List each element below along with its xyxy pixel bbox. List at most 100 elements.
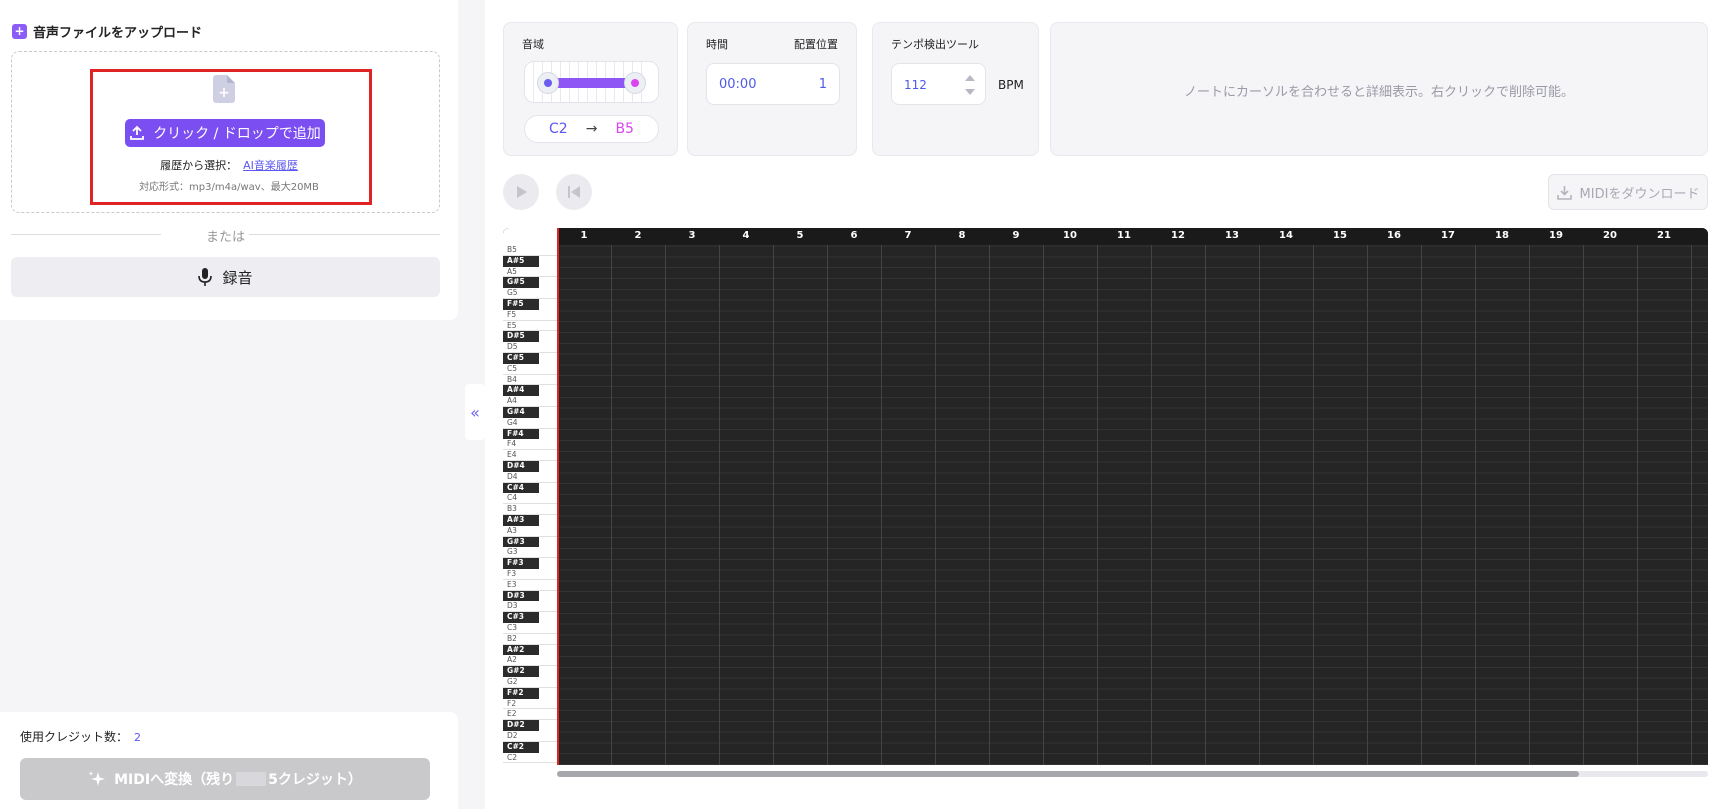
measure-label: 16 [1387,230,1401,241]
piano-key: G2 [503,677,557,688]
microphone-icon [198,268,213,286]
skip-back-icon [568,186,580,198]
range-thumb-low[interactable] [537,72,559,94]
scrollbar-thumb[interactable] [557,771,1579,777]
piano-key: A2 [503,655,557,667]
measure-labels: 1 2 3 4 5 6 7 8 9 10 11 12 13 14 15 16 17 18 19 20 21 [557,228,1708,245]
add-file-icon: + [12,24,27,39]
info-card: ノートにカーソルを合わせると詳細表示。右クリックで削除可能。 [1050,22,1708,156]
range-high: B5 [615,121,634,137]
range-card: 音域 C2 → B5 [503,22,678,156]
position-value: 1 [818,77,827,92]
piano-key: F3 [503,569,557,580]
range-values: C2 → B5 [524,115,659,143]
piano-key: G#4 [503,407,539,418]
measure-label: 15 [1333,230,1347,241]
record-button[interactable]: 録音 [11,257,440,297]
piano-key: C5 [503,363,557,375]
piano-key: A#4 [503,385,539,397]
rewind-button[interactable] [556,174,592,210]
range-low: C2 [549,121,568,137]
time-card: 時間 配置位置 00:00 1 [687,22,857,156]
or-label: または [205,230,245,245]
arrow-icon: → [585,121,598,137]
piano-key: C#5 [503,353,539,364]
stepper-up-icon[interactable] [965,75,975,81]
piano-key: F#3 [503,558,539,569]
range-label: 音域 [522,38,544,51]
piano-key: F4 [503,439,557,451]
play-button[interactable] [503,174,539,210]
play-icon [517,186,527,198]
file-icon: + [213,75,235,103]
piano-key: G5 [503,288,557,299]
upload-icon [130,125,145,140]
piano-key: F2 [503,698,557,710]
upload-title: + 音声ファイルをアップロード [12,22,202,41]
stepper-down-icon[interactable] [965,89,975,95]
measure-label: 8 [958,230,966,241]
piano-key: E2 [503,709,557,721]
bpm-unit: BPM [998,78,1024,92]
note-grid[interactable] [557,245,1708,765]
measure-label: 12 [1171,230,1185,241]
history-row: 履歴から選択： AI音楽履歴 [0,157,458,173]
measure-label: 20 [1603,230,1617,241]
time-position-field[interactable]: 00:00 1 [706,63,840,105]
piano-key: C3 [503,623,557,634]
measure-label: 5 [796,230,804,241]
history-link[interactable]: AI音楽履歴 [243,159,298,172]
measure-label: 18 [1495,230,1509,241]
tempo-input[interactable]: 112 [891,63,986,105]
tempo-stepper[interactable] [965,75,975,95]
piano-key: C#4 [503,482,539,494]
credits-panel: 使用クレジット数： 2 MIDIへ変換（残り 5クレジット） [0,712,458,809]
piano-roll-header: 1 2 3 4 5 6 7 8 9 10 11 12 13 14 15 16 17 18 19 20 21 [503,228,1708,245]
download-icon [1556,185,1572,200]
piano-key: D5 [503,342,557,353]
range-slider[interactable] [524,61,659,103]
convert-suffix: 5クレジット） [268,772,362,788]
range-track [547,78,634,88]
sparkle-icon [88,771,106,786]
piano-key: F#2 [503,687,539,699]
piano-roll[interactable]: 1 2 3 4 5 6 7 8 9 10 11 12 13 14 15 16 17 18 19 20 21 B5 A#5 A… [503,228,1708,765]
piano-key: B3 [503,504,557,515]
editor-panel: 音域 C2 → B5 時間 配置位置 00:00 1 テンポ検出ツール 112 [485,0,1715,809]
measure-label: 2 [634,230,642,241]
divider-line-right [249,234,440,235]
piano-key: G#3 [503,536,539,548]
range-thumb-high[interactable] [624,72,646,94]
piano-key: D2 [503,731,557,742]
piano-key: D#2 [503,720,539,731]
upload-button[interactable]: クリック / ドロップで追加 [125,119,325,147]
info-hint: ノートにカーソルを合わせると詳細表示。右クリックで削除可能。 [1183,85,1574,100]
piano-key: C4 [503,493,557,505]
tempo-value: 112 [904,78,927,92]
piano-keys: B5 A#5 A5 G#5 G5 F#5 F5 E5 D#5 D5 C#5 C5 B4 A#4 A4 G#4 G… [503,245,557,765]
convert-midi-button[interactable]: MIDIへ変換（残り 5クレジット） [20,758,430,800]
upload-panel: + 音声ファイルをアップロード + クリック / ドロップで追加 履歴から選択：… [0,0,458,320]
piano-key: F5 [503,309,557,321]
redacted-count [236,772,267,786]
piano-key: G3 [503,547,557,559]
convert-label: MIDIへ変換（残り [114,772,235,788]
piano-key: D#3 [503,590,539,602]
playhead[interactable] [557,228,559,765]
download-midi-button[interactable]: MIDIをダウンロード [1548,174,1708,210]
measure-label: 3 [688,230,696,241]
piano-key: A3 [503,525,557,537]
piano-key: C2 [503,752,557,764]
piano-key: D4 [503,471,557,483]
collapse-panel-button[interactable]: « [465,384,485,440]
format-info: 対応形式：mp3/m4a/wav、最大20MB [139,182,319,193]
piano-key: A5 [503,266,557,278]
measure-label: 1 [580,230,588,241]
measure-label: 17 [1441,230,1455,241]
history-prefix: 履歴から選択： [160,159,238,172]
piano-key: G#2 [503,666,539,677]
credits-value: 2 [134,731,142,744]
horizontal-scrollbar[interactable] [557,771,1708,777]
tempo-card: テンポ検出ツール 112 BPM [872,22,1039,156]
measure-label: 14 [1279,230,1293,241]
